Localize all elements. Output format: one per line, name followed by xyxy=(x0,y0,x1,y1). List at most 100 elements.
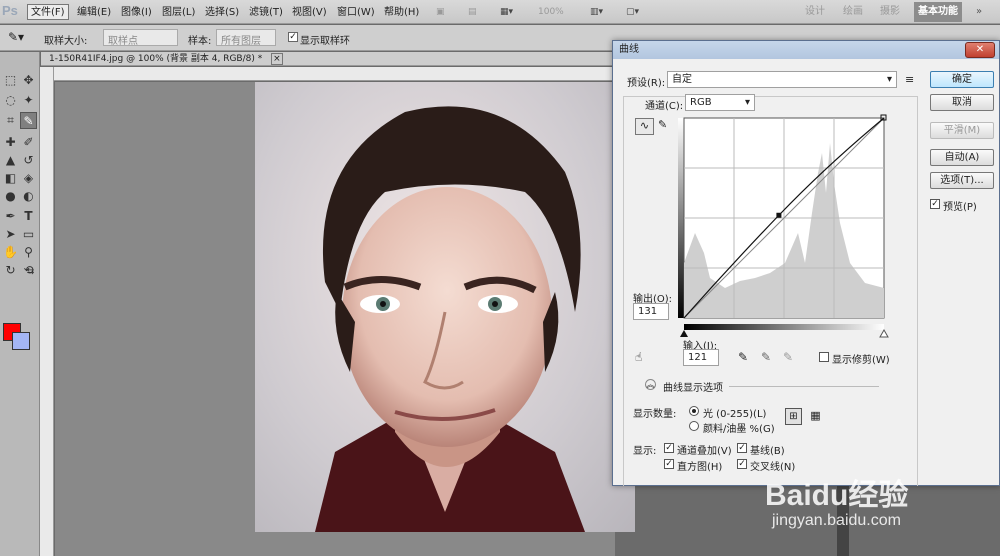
blur-tool-icon[interactable]: ● xyxy=(2,188,19,205)
menu-file[interactable]: 文件(F) xyxy=(27,4,69,20)
white-point-slider[interactable] xyxy=(879,328,889,338)
brush-tool-icon[interactable]: ✐ xyxy=(20,134,37,151)
smooth-button[interactable]: 平滑(M) xyxy=(930,122,994,139)
workspace-more-icon[interactable]: » xyxy=(976,2,982,22)
channel-overlay-checkbox[interactable]: ✓ xyxy=(664,443,674,453)
pen-tool-icon[interactable]: ✒ xyxy=(2,208,19,225)
menu-layer[interactable]: 图层(L) xyxy=(158,4,199,20)
background-color-swatch[interactable] xyxy=(12,332,30,350)
on-image-adjust-icon[interactable]: ☝ xyxy=(635,350,642,364)
minibridge-icon[interactable]: ▤ xyxy=(468,4,477,20)
output-gradient xyxy=(678,118,684,318)
options-button[interactable]: 选项(T)... xyxy=(930,172,994,189)
paint-bucket-icon[interactable]: ◈ xyxy=(20,170,37,187)
menu-edit[interactable]: 编辑(E) xyxy=(73,4,115,20)
photoshop-logo: Ps xyxy=(2,3,18,18)
portrait-photo xyxy=(315,106,585,532)
workspace-essentials[interactable]: 基本功能 xyxy=(914,2,962,22)
document-image[interactable] xyxy=(255,82,635,532)
eyedropper-icon[interactable]: ✎▾ xyxy=(8,30,24,44)
cancel-button[interactable]: 取消 xyxy=(930,94,994,111)
show-clipping-checkbox[interactable] xyxy=(819,352,829,362)
close-tab-icon[interactable]: × xyxy=(271,53,283,65)
dodge-tool-icon[interactable]: ◐ xyxy=(20,188,37,205)
preset-menu-icon[interactable]: ≡ xyxy=(905,73,914,86)
menu-bar: Ps 文件(F) 编辑(E) 图像(I) 图层(L) 选择(S) 滤镜(T) 视… xyxy=(0,0,1000,24)
lasso-tool-icon[interactable]: ◌ xyxy=(2,92,19,109)
sample-label: 样本: xyxy=(188,36,212,47)
divider xyxy=(729,386,879,387)
input-field[interactable]: 121 xyxy=(683,349,719,366)
curve-edit-icon[interactable]: ∿ xyxy=(635,118,654,135)
channel-overlay-label: 通道叠加(V) xyxy=(677,446,732,457)
show-ring-checkbox[interactable]: ✓ xyxy=(288,32,298,42)
preview-checkbox[interactable]: ✓ xyxy=(930,199,940,209)
menu-filter[interactable]: 滤镜(T) xyxy=(245,4,287,20)
crop-tool-icon[interactable]: ⌗ xyxy=(2,112,19,129)
3d-rotate-icon[interactable]: ↻ xyxy=(2,262,19,279)
hand-tool-icon[interactable]: ✋ xyxy=(2,244,19,261)
workspace-design[interactable]: 设计 xyxy=(805,2,825,22)
shape-tool-icon[interactable]: ▭ xyxy=(20,226,37,243)
dialog-title-bar[interactable]: 曲线 xyxy=(613,41,999,59)
eyedropper-tool-icon[interactable]: ✎ xyxy=(20,112,37,129)
ok-button[interactable]: 确定 xyxy=(930,71,994,88)
baseline-checkbox[interactable]: ✓ xyxy=(737,443,747,453)
intersection-checkbox[interactable]: ✓ xyxy=(737,459,747,469)
type-tool-icon[interactable]: T xyxy=(20,208,37,225)
show-amount-label: 显示数量: xyxy=(633,409,677,420)
input-value: 121 xyxy=(688,352,708,363)
clone-stamp-icon[interactable]: ▲ xyxy=(2,152,19,169)
history-brush-icon[interactable]: ↺ xyxy=(20,152,37,169)
curves-graph[interactable] xyxy=(670,113,890,341)
histogram-checkbox[interactable]: ✓ xyxy=(664,459,674,469)
preset-select[interactable]: 自定 ▾ xyxy=(667,71,897,88)
preset-value: 自定 xyxy=(672,74,692,85)
workspace-photo[interactable]: 摄影 xyxy=(880,2,900,22)
sample-select[interactable]: 所有图层 xyxy=(216,29,276,47)
detailed-grid-icon[interactable]: ▦ xyxy=(807,408,824,425)
healing-brush-icon[interactable]: ✚ xyxy=(2,134,19,151)
eraser-tool-icon[interactable]: ◧ xyxy=(2,170,19,187)
show-label: 显示: xyxy=(633,446,657,457)
black-point-slider[interactable] xyxy=(680,330,688,337)
zoom-level[interactable]: 100% xyxy=(538,4,564,20)
menu-view[interactable]: 视图(V) xyxy=(288,4,331,20)
magic-wand-icon[interactable]: ✦ xyxy=(20,92,37,109)
swap-colors-icon[interactable]: ⇆ xyxy=(22,264,39,281)
zoom-tool-icon[interactable]: ⚲ xyxy=(20,244,37,261)
menu-window[interactable]: 窗口(W) xyxy=(333,4,379,20)
input-gradient xyxy=(684,324,884,330)
menu-select[interactable]: 选择(S) xyxy=(201,4,243,20)
arrange-icon[interactable]: ▥▾ xyxy=(590,4,603,20)
watermark-url: jingyan.baidu.com xyxy=(772,512,901,529)
output-field[interactable]: 131 xyxy=(633,303,669,320)
auto-button[interactable]: 自动(A) xyxy=(930,149,994,166)
sample-size-select[interactable]: 取样点 xyxy=(103,29,178,47)
move-tool-icon[interactable]: ✥ xyxy=(20,72,37,89)
view-extras-icon[interactable]: ▦▾ xyxy=(500,4,513,20)
vertical-ruler xyxy=(40,67,54,556)
menu-help[interactable]: 帮助(H) xyxy=(380,4,423,20)
menu-image[interactable]: 图像(I) xyxy=(117,4,156,20)
gray-eyedropper-icon[interactable]: ✎ xyxy=(761,350,771,364)
bridge-icon[interactable]: ▣ xyxy=(436,4,445,20)
curve-control-point[interactable] xyxy=(776,212,782,218)
path-select-icon[interactable]: ➤ xyxy=(2,226,19,243)
pigment-radio[interactable] xyxy=(689,421,699,431)
marquee-tool-icon[interactable]: ⬚ xyxy=(2,72,19,89)
close-icon[interactable]: ✕ xyxy=(965,42,995,58)
document-tab[interactable]: 1-150R41IF4.jpg @ 100% (背景 副本 4, RGB/8) … xyxy=(41,52,616,66)
workspace-paint[interactable]: 绘画 xyxy=(843,2,863,22)
dialog-title: 曲线 xyxy=(619,44,639,55)
light-radio[interactable] xyxy=(689,406,699,416)
screen-mode-icon[interactable]: ▢▾ xyxy=(626,4,639,20)
channel-select[interactable]: RGB ▾ xyxy=(685,94,755,111)
black-eyedropper-icon[interactable]: ✎ xyxy=(738,350,748,364)
simple-grid-icon[interactable]: ⊞ xyxy=(785,408,802,425)
chevron-down-icon: ▾ xyxy=(886,74,892,85)
collapse-chevron-icon[interactable]: ︽ xyxy=(645,379,656,390)
white-eyedropper-icon[interactable]: ✎ xyxy=(783,350,793,364)
show-clipping-label: 显示修剪(W) xyxy=(832,355,890,366)
pencil-icon[interactable]: ✎ xyxy=(658,118,667,131)
